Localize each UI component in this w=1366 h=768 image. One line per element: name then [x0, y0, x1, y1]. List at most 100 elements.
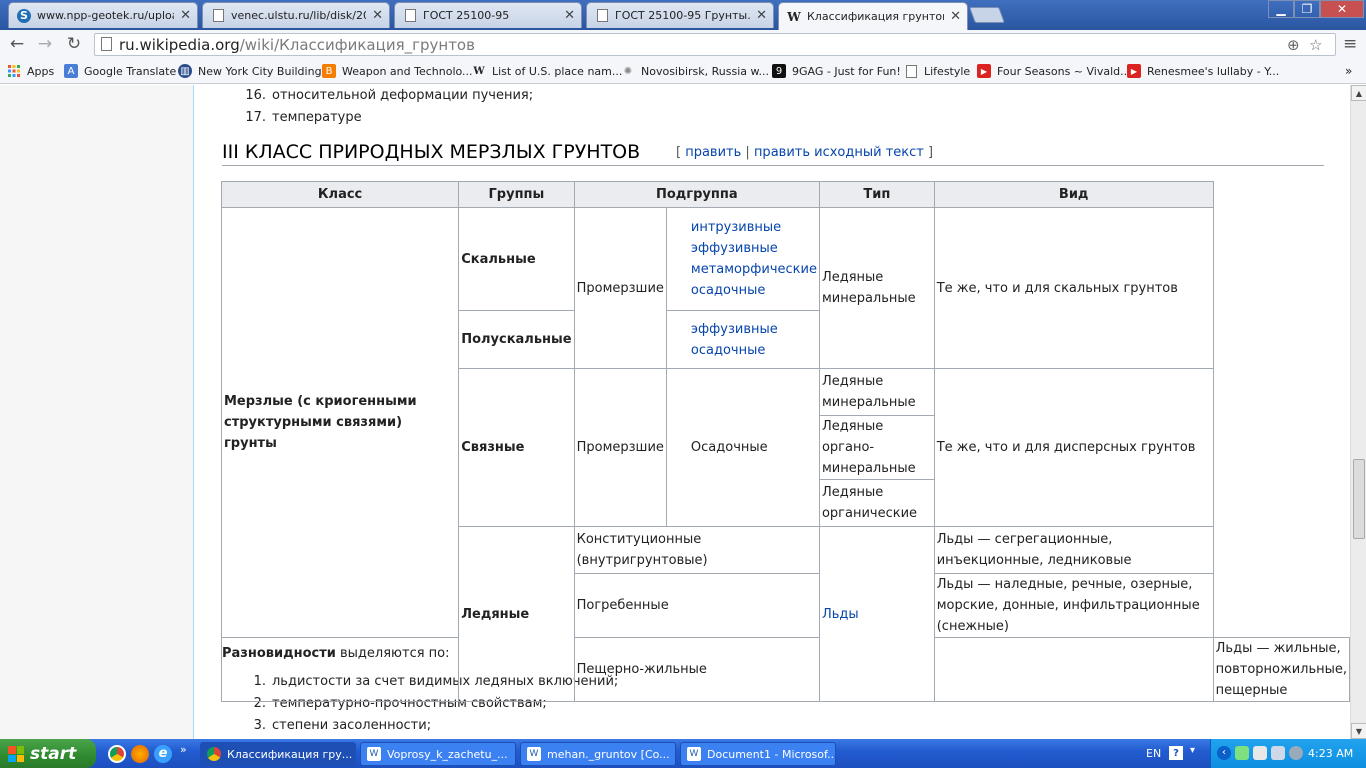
link-sedimentary[interactable]: осадочные [691, 283, 765, 298]
weather-icon: ✺ [623, 65, 633, 77]
table-row: Мерзлые (с криогенными структурными связ… [220, 207, 1350, 638]
tab-wikipedia[interactable]: W Классификация грунтов — ✕ [778, 2, 968, 30]
tab-title: ГОСТ 25100-95 [423, 9, 510, 22]
windows-logo-icon [8, 746, 24, 762]
quicklaunch-more-icon[interactable]: » [180, 743, 187, 756]
edit-source-link[interactable]: править исходный текст [754, 145, 924, 160]
volume-icon[interactable] [1271, 746, 1285, 760]
cell-ice-subgroup: Погребенные [573, 573, 820, 638]
cell-type: Ледяные минеральные [818, 207, 935, 369]
section-edit-links: [ править | править исходный текст ] [676, 145, 933, 160]
start-label: start [30, 743, 77, 764]
close-window-icon[interactable]: ✕ [1320, 0, 1364, 18]
9gag-icon: 9 [772, 64, 786, 78]
table-header-row: Класс Группы Подгруппа Тип Вид [220, 181, 1350, 208]
cell-group-ice: Ледяные [458, 526, 575, 702]
tray-app-icon[interactable] [1289, 746, 1303, 760]
menu-icon[interactable]: ≡ [1343, 34, 1357, 54]
page-icon [101, 37, 112, 51]
back-arrow-tray-icon[interactable]: ‹ [1217, 746, 1231, 760]
bookmark-apps[interactable]: Apps [7, 63, 54, 79]
language-indicator[interactable]: EN [1146, 747, 1161, 760]
bookmarks-bar: Apps A Google Translate ▥ New York City Bu… [0, 58, 1366, 84]
page-viewport: 16. относительной деформации пучения; 17.… [0, 85, 1350, 739]
tab-gost-1[interactable]: ГОСТ 25100-95 ✕ [394, 2, 582, 28]
bookmark-google-translate[interactable]: A Google Translate [64, 63, 176, 79]
list-text: относительной деформации пучения; [272, 88, 534, 103]
list-item: 16. относительной деформации пучения; [240, 88, 533, 103]
link-intrusive[interactable]: интрузивные [691, 220, 781, 235]
tab-title: venec.ulstu.ru/lib/disk/2008/ [231, 9, 366, 22]
cell-kind: Те же, что и для скальных грунтов [933, 207, 1214, 369]
zoom-icon[interactable]: ⊕ [1287, 36, 1300, 54]
close-tab-icon[interactable]: ✕ [756, 8, 767, 23]
reload-icon[interactable]: ↻ [63, 34, 85, 54]
browser-toolbar: ← → ↻ ru.wikipedia.org/wiki/Классификаци… [0, 30, 1366, 58]
wikipedia-icon: W [787, 9, 801, 24]
back-arrow-icon[interactable]: ← [6, 34, 28, 54]
link-metamorphic[interactable]: метаморфические [691, 262, 817, 277]
taskbar-item-label: Классификация гру... [227, 747, 353, 761]
bookmark-novosibirsk[interactable]: ✺ Novosibirsk, Russia w... [621, 63, 769, 79]
cell-ice-kind: Льды — сегрегационные, инъекционные, лед… [933, 526, 1214, 574]
close-tab-icon[interactable]: ✕ [180, 8, 191, 23]
internet-explorer-icon[interactable]: e [154, 745, 172, 763]
taskbar-item-word-3[interactable]: W Document1 - Microsof... [680, 742, 836, 766]
restore-icon[interactable]: ❐ [1294, 0, 1320, 18]
star-icon[interactable]: ☆ [1309, 36, 1322, 54]
bookmark-label: Apps [27, 64, 55, 78]
youtube-icon: ▶ [977, 64, 991, 78]
cell-ice-kind: Льды — наледные, речные, озерные, морски… [933, 573, 1214, 638]
bookmark-renesmee[interactable]: ▶ Renesmee's lullaby - Y... [1127, 63, 1279, 79]
taskbar-item-word-2[interactable]: Wmehan._gruntov [Co... [520, 742, 676, 766]
language-bar-arrow-icon[interactable]: ▾ [1190, 745, 1195, 756]
bookmark-label: Lifestyle [924, 64, 971, 78]
list-item: 17. температуре [240, 110, 361, 125]
list-number: 3. [253, 718, 266, 733]
url-text: ru.wikipedia.org/wiki/Классификация_грун… [119, 36, 475, 54]
bookmark-lifestyle[interactable]: Lifestyle [904, 63, 970, 79]
close-tab-icon[interactable]: ✕ [950, 9, 961, 24]
close-tab-icon[interactable]: ✕ [372, 8, 383, 23]
tab-gost-2[interactable]: ГОСТ 25100-95 Грунты. Кл ✕ [586, 2, 774, 28]
start-button[interactable]: start [0, 739, 96, 768]
bookmark-weapon[interactable]: B Weapon and Technolo... [322, 63, 473, 79]
link-sedimentary[interactable]: осадочные [691, 343, 765, 358]
help-icon[interactable]: ? [1169, 746, 1183, 760]
vertical-scrollbar[interactable]: ▲ ▼ [1350, 85, 1366, 739]
clock: 4:23 AM [1308, 747, 1354, 760]
taskbar-item-word-1[interactable]: W Voprosy_k_zachetu_... [360, 742, 516, 766]
cell-type: Ледяные минеральные [818, 368, 935, 416]
header-type: Тип [818, 181, 935, 208]
close-tab-icon[interactable]: ✕ [564, 8, 575, 23]
link-effusive[interactable]: эффузивные [691, 322, 778, 337]
tab-npp-geotek[interactable]: S www.npp-geotek.ru/upload/ ✕ [8, 2, 198, 28]
edit-link[interactable]: править [685, 145, 741, 160]
taskbar-item-chrome[interactable]: Классификация гру... [200, 742, 356, 766]
bookmark-us-place-names[interactable]: W List of U.S. place nam... [472, 63, 622, 79]
link-effusive[interactable]: эффузивные [691, 241, 778, 256]
cell-rocky-subtypes: интрузивные эффузивные метаморфические о… [665, 207, 820, 311]
bookmark-four-seasons[interactable]: ▶ Four Seasons ~ Vivald... [977, 63, 1131, 79]
scroll-up-arrow-icon[interactable]: ▲ [1351, 85, 1366, 101]
header-subgroup: Подгруппа [573, 181, 820, 208]
bookmark-nyc-buildings[interactable]: ▥ New York City Buildings [178, 63, 327, 79]
forward-arrow-icon[interactable]: → [34, 34, 56, 54]
link-ice[interactable]: Льды [822, 607, 859, 622]
minimize-icon[interactable]: ▁ [1268, 0, 1294, 18]
address-bar[interactable]: ru.wikipedia.org/wiki/Классификация_грун… [94, 33, 1336, 56]
network-icon[interactable] [1253, 746, 1267, 760]
scroll-thumb[interactable] [1353, 459, 1365, 539]
tab-venec[interactable]: venec.ulstu.ru/lib/disk/2008/ ✕ [202, 2, 390, 28]
youtube-icon: ▶ [1127, 64, 1141, 78]
table-row: Пещерно-жильные Льды — жильные, повторно… [220, 637, 1350, 702]
firefox-icon[interactable] [131, 745, 149, 763]
more-bookmarks-chevron-icon[interactable]: » [1345, 63, 1352, 79]
page-icon [595, 9, 609, 23]
bookmark-label: Renesmee's lullaby - Y... [1147, 64, 1280, 78]
messenger-icon[interactable] [1235, 746, 1249, 760]
chrome-icon[interactable] [108, 745, 126, 763]
new-tab-button[interactable] [969, 7, 1005, 23]
scroll-down-arrow-icon[interactable]: ▼ [1351, 723, 1366, 739]
bookmark-9gag[interactable]: 9 9GAG - Just for Fun! [772, 63, 901, 79]
